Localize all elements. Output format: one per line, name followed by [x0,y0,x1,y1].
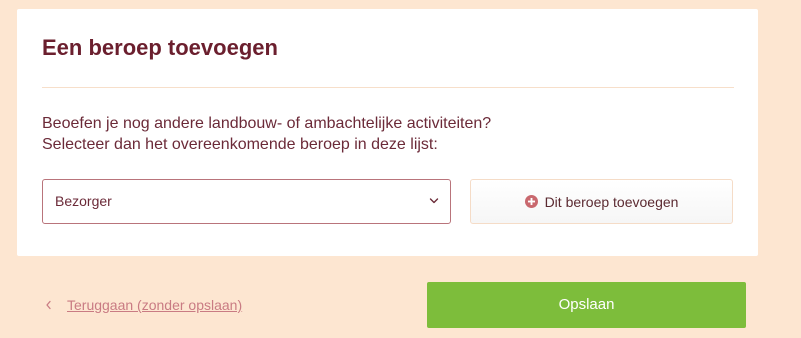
divider [42,87,734,88]
plus-circle-icon [524,195,538,208]
occupation-select-value: Bezorger [55,193,112,209]
question-line-2: Selecteer dan het overeenkomende beroep … [42,136,438,153]
add-occupation-button-label: Dit beroep toevoegen [544,193,679,210]
add-occupation-button[interactable]: Dit beroep toevoegen [470,179,733,224]
question-line-1: Beoefen je nog andere landbouw- of ambac… [42,115,492,132]
question-text: Beoefen je nog andere landbouw- of ambac… [42,113,491,155]
save-button[interactable]: Opslaan [427,282,746,328]
page-title: Een beroep toevoegen [42,35,278,60]
chevron-left-icon [46,300,51,310]
chevron-down-icon [429,198,439,204]
back-without-saving-link[interactable]: Teruggaan (zonder opslaan) [67,296,242,314]
occupation-select[interactable]: Bezorger [42,179,451,224]
add-occupation-card: Een beroep toevoegen Beoefen je nog ande… [17,9,758,256]
